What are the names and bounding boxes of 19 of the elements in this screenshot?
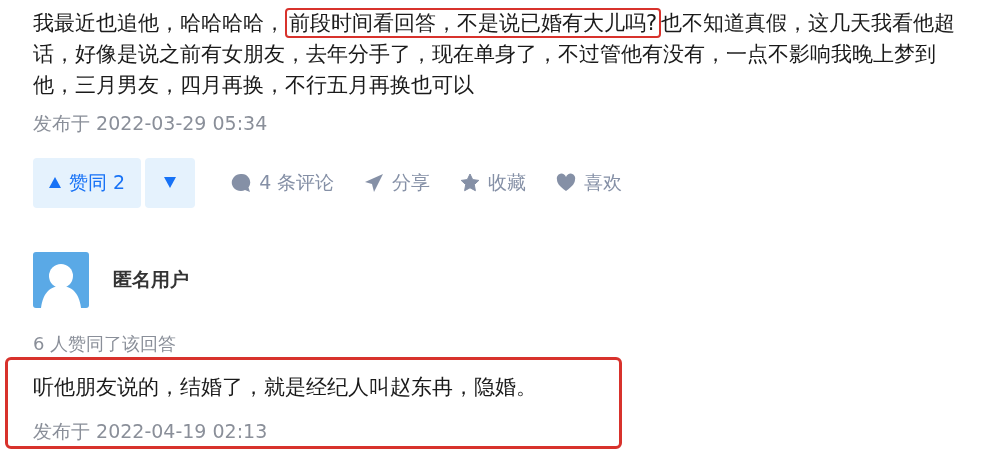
publish-date: 发布于 2022-03-29 05:34 — [33, 111, 269, 136]
paper-plane-icon — [364, 172, 385, 193]
heart-icon — [556, 172, 577, 193]
comment-icon — [231, 172, 252, 193]
answer-text: 我最近也追他，哈哈哈哈， 前段时间看回答，不是说已婚有大儿吗? 也不知道真假，这几天我看他超话，好像是说之前有女朋友，去年分手了，现在单身了，不过管他有没有，一点不影响我晚上梦到他，三月男友，四月再换，不行五月再换也可以 — [33, 8, 973, 101]
star-icon — [460, 172, 481, 193]
upvote-button[interactable]: 赞同 2 — [33, 157, 142, 208]
comment-button[interactable]: 4 条评论 — [231, 168, 335, 197]
share-button[interactable]: 分享 — [364, 168, 431, 197]
up-triangle-icon — [49, 177, 61, 188]
downvote-button[interactable] — [145, 157, 196, 208]
upvote-count-note: 6 人赞同了该回答 — [33, 331, 178, 356]
reply-text: 听他朋友说的，结婚了，就是经纪人叫赵东冉，隐婚。 — [33, 373, 538, 401]
publish-date: 发布于 2022-04-19 02:13 — [33, 419, 269, 444]
author-name[interactable]: 匿名用户 — [113, 265, 189, 294]
down-triangle-icon — [164, 177, 177, 188]
favorite-button[interactable]: 收藏 — [460, 168, 527, 197]
like-button[interactable]: 喜欢 — [556, 168, 623, 197]
avatar-icon — [33, 251, 89, 308]
